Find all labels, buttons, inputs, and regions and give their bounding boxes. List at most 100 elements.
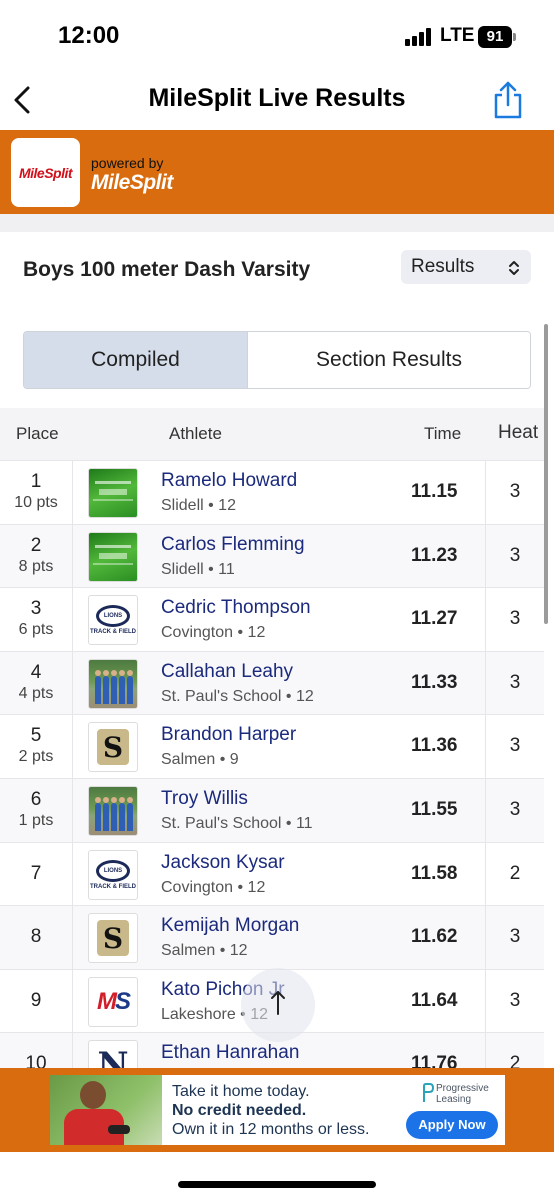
place-cell: 36 pts [0,588,73,652]
salmen-logo: S [88,722,138,773]
ad-banner: Take it home today. No credit needed. Ow… [0,1068,554,1152]
athlete-name-link[interactable]: Carlos Flemming [161,534,305,556]
result-time: 11.33 [411,671,458,693]
progressive-leasing-icon [422,1083,435,1103]
nav-bar: MileSplit Live Results [0,70,554,130]
place-cell: 8 [0,906,73,970]
table-row[interactable]: 52 pts S Brandon Harper Salmen • 9 11.36 3 [0,714,544,779]
athlete-name-link[interactable]: Kemijah Morgan [161,915,299,937]
header-time: Time [424,424,462,443]
salmen-logo: S [88,913,138,964]
place-points: 8 pts [18,557,54,575]
place-cell: 28 pts [0,524,73,588]
results-view-select[interactable]: Results [401,250,531,284]
athlete-school-grade: Slidell • 11 [161,560,235,578]
athlete-name-link[interactable]: Brandon Harper [161,724,296,746]
place-number: 5 [30,725,42,747]
heat-cell: 2 [485,1033,544,1068]
athlete-name-link[interactable]: Troy Willis [161,788,248,810]
heat-cell: 3 [485,588,544,652]
table-row[interactable]: 28 pts Carlos Flemming Slidell • 11 11.23 3 [0,523,544,588]
covington-logo: LIONS TRACK & FIELD [88,849,138,900]
ad-image [50,1075,162,1145]
st-pauls-team-photo [88,658,138,709]
share-icon[interactable] [490,80,526,120]
scrollbar[interactable] [544,324,548,624]
battery-icon: 91 [478,26,516,48]
scroll-to-top-button[interactable] [241,968,315,1042]
table-row[interactable]: 6 1 pts Troy Willis St. Paul's School • 11 1… [0,778,544,842]
powered-by-logo: MileSplit [91,171,173,194]
tab-section-results[interactable]: Section Results [248,332,530,388]
table-row[interactable]: 7 LIONS TRACK & FIELD Jackson Kysar Covingto… [0,841,544,906]
heat-number: 2 [509,862,521,884]
place-cell: 9 [0,969,73,1033]
table-header: Place Athlete Time Heat [0,408,544,460]
place-points: 6 pts [18,621,54,639]
place-number: 10 [25,1053,47,1068]
powered-by-label: powered by [91,155,164,171]
result-time: 11.55 [411,799,458,820]
place-cell: 1 10 pts [0,461,73,524]
athlete-school-grade: Salmen • 9 [161,751,239,769]
heat-cell: 3 [485,461,544,524]
place-cell: 44 pts [0,651,73,715]
heat-cell: 3 [485,524,544,588]
place-points: 4 pts [18,684,54,702]
tab-compiled[interactable]: Compiled [24,332,248,388]
heat-cell: 2 [485,842,544,906]
slidell-logo [88,531,138,582]
heat-cell: 3 [485,715,544,779]
milesplit-logo: MileSplit [11,138,80,207]
milesplit-logo-text: MileSplit [18,164,73,181]
table-row[interactable]: 1 10 pts Ramelo Howard Slidell • 12 11.15 3 [0,460,544,524]
result-time: 11.64 [411,989,458,1011]
place-number: 4 [30,661,42,683]
ad-card[interactable]: Take it home today. No credit needed. Ow… [50,1075,505,1145]
athlete-name-link[interactable]: Callahan Leahy [161,661,293,683]
result-time: 11.36 [411,735,458,757]
status-time: 12:00 [58,22,120,49]
table-row[interactable]: 44 pts Callahan Leahy St. Paul's School • … [0,650,544,715]
covington-logo: LIONS TRACK & FIELD [88,595,138,646]
athlete-name-link[interactable]: Jackson Kysar [161,852,285,874]
place-cell: 6 1 pts [0,779,73,842]
athlete-name-link[interactable]: Ethan Hanrahan [161,1042,299,1064]
athlete-school-grade: Slidell • 12 [161,497,236,514]
heat-cell: 3 [485,651,544,715]
place-points: 1 pts [18,812,54,829]
northshore-logo: N [88,1040,138,1068]
ad-body: Own it in 12 months or less. [172,1121,370,1138]
page-title: MileSplit Live Results [148,84,406,112]
heat-number: 3 [509,481,521,502]
place-number: 8 [30,926,42,948]
place-number: 7 [30,862,42,884]
event-title: Boys 100 meter Dash Varsity [23,258,311,281]
place-number: 3 [30,598,42,620]
ad-subhead: No credit needed. [172,1102,307,1119]
slidell-logo [88,468,138,518]
header-heat: Heat [498,422,539,443]
header-athlete: Athlete [169,424,222,443]
ad-headline: Take it home today. [172,1083,310,1100]
result-time: 11.58 [411,862,458,884]
apply-now-button[interactable]: Apply Now [406,1111,498,1139]
athlete-school-grade: St. Paul's School • 11 [161,815,313,832]
table-row[interactable]: 8 S Kemijah Morgan Salmen • 12 11.62 3 [0,905,544,970]
heat-cell: 3 [485,779,544,842]
heat-number: 3 [509,544,521,566]
place-cell: 52 pts [0,715,73,779]
arrow-up-icon [268,988,288,1018]
heat-number: 3 [509,989,521,1011]
athlete-name-link[interactable]: Cedric Thompson [161,597,311,619]
place-number: 2 [30,534,42,556]
heat-cell: 3 [485,906,544,970]
results-tabs: Compiled Section Results [23,331,531,389]
table-row[interactable]: 36 pts LIONS TRACK & FIELD Cedric Thompson C… [0,587,544,652]
athlete-name-link[interactable]: Ramelo Howard [161,470,297,492]
network-label: LTE [440,25,475,46]
result-time: 11.62 [411,926,458,948]
place-number: 1 [30,471,42,492]
battery-level: 91 [478,26,512,48]
place-points: 10 pts [14,494,58,511]
